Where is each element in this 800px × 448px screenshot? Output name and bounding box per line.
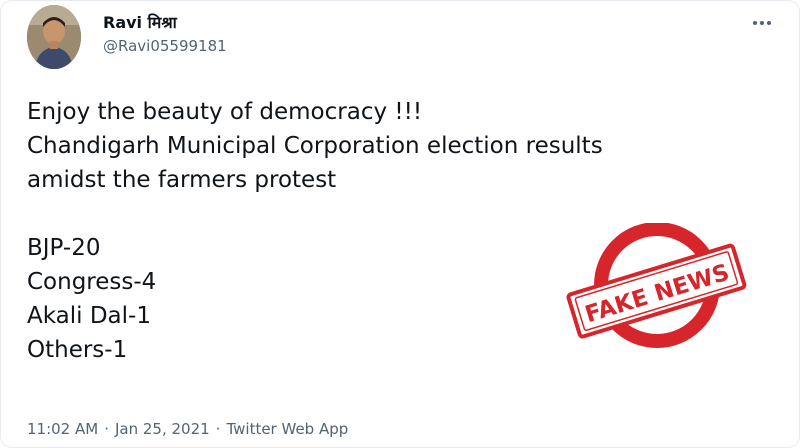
tweet-time[interactable]: 11:02 AM xyxy=(27,420,98,438)
tweet-author: Ravi मिश्रा @Ravi05599181 xyxy=(103,13,227,55)
more-horizontal-icon xyxy=(753,21,757,25)
tweet-source[interactable]: Twitter Web App xyxy=(226,420,348,438)
avatar[interactable] xyxy=(27,5,81,69)
tweet-text-line: Akali Dal-1 xyxy=(27,303,151,329)
meta-separator: · xyxy=(215,420,221,438)
tweet-text-line xyxy=(27,197,603,231)
meta-separator: · xyxy=(104,420,109,438)
more-horizontal-icon-dot xyxy=(767,21,771,25)
fake-news-stamp: FAKE NEWS xyxy=(557,222,757,363)
more-options-button[interactable] xyxy=(751,13,773,33)
tweet-text-line: Enjoy the beauty of democracy !!! xyxy=(27,99,423,125)
tweet-meta: 11:02 AM · Jan 25, 2021 · Twitter Web App xyxy=(27,419,348,439)
tweet-text-line: BJP-20 xyxy=(27,235,101,261)
author-handle[interactable]: @Ravi05599181 xyxy=(103,37,227,55)
tweet-text-line: Chandigarh Municipal Corporation electio… xyxy=(27,133,603,159)
tweet-text: Enjoy the beauty of democracy !!! Chandi… xyxy=(27,95,603,367)
tweet-date[interactable]: Jan 25, 2021 xyxy=(115,420,210,438)
tweet-card: Ravi मिश्रा @Ravi05599181 Enjoy the beau… xyxy=(0,0,800,448)
author-display-name[interactable]: Ravi मिश्रा xyxy=(103,13,227,33)
more-horizontal-icon-dot xyxy=(760,21,764,25)
tweet-text-line: amidst the farmers protest xyxy=(27,167,337,193)
tweet-text-line: Congress-4 xyxy=(27,269,157,295)
tweet-text-line: Others-1 xyxy=(27,337,128,363)
